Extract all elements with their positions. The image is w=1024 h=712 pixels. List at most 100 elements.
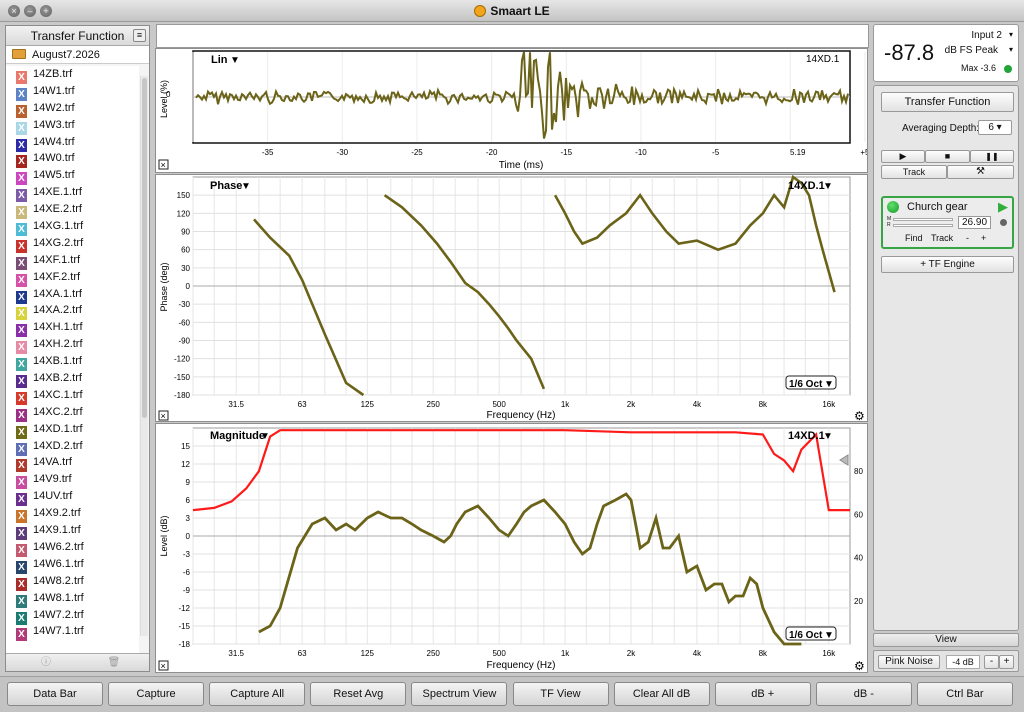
magnitude-measurement-arrow-icon[interactable]: ▼ <box>823 431 833 442</box>
toolbar-button-spectrum-view[interactable]: Spectrum View <box>411 682 508 706</box>
phase-smoothing-label[interactable]: 1/6 Oct <box>789 379 823 390</box>
toolbar-button-reset-avg[interactable]: Reset Avg <box>310 682 407 706</box>
toolbar-button-clear-all-db[interactable]: Clear All dB <box>613 682 710 706</box>
delay-minus-button[interactable]: - <box>966 233 969 243</box>
file-row[interactable]: X 14VA.trf <box>6 454 139 473</box>
engine-run-icon[interactable]: ▶ <box>998 199 1008 215</box>
magnitude-smoothing-label[interactable]: 1/6 Oct <box>789 630 823 641</box>
file-row[interactable]: X 14XC.2.trf <box>6 404 139 422</box>
time-mode-arrow-icon[interactable]: ▼ <box>230 55 240 66</box>
file-row[interactable]: X 14XC.1.trf <box>6 387 139 405</box>
meter-unit-select[interactable]: dB FS Peak <box>945 45 998 56</box>
file-row[interactable]: X 14W7.1.trf <box>6 623 139 642</box>
delay-plus-button[interactable]: + <box>981 233 986 243</box>
file-row[interactable]: X 14XH.1.trf <box>6 319 139 338</box>
engine-on-icon[interactable] <box>887 201 899 213</box>
pink-plus-button[interactable]: + <box>999 655 1014 669</box>
tools-icon[interactable]: ⚒ <box>947 165 1014 179</box>
stop-button[interactable]: ■ <box>925 150 970 163</box>
close-plot-icon[interactable]: × <box>158 660 169 671</box>
tf-engine-card[interactable]: Church gear ▶ M R 26.90 Find Track - + <box>881 196 1014 249</box>
file-row[interactable]: X 14XG.2.trf <box>6 235 139 253</box>
averaging-select[interactable]: 6 ▾ <box>978 120 1012 135</box>
file-row[interactable]: X 14W1.trf <box>6 83 139 101</box>
file-row[interactable]: X 14XA.2.trf <box>6 302 139 321</box>
file-row[interactable]: X 14XF.1.trf <box>6 252 139 270</box>
file-row[interactable]: X 14XE.1.trf <box>6 184 139 203</box>
scroll-thumb[interactable] <box>142 78 147 418</box>
file-row[interactable]: X 14W6.2.trf <box>6 539 139 557</box>
toolbar-button-ctrl-bar[interactable]: Ctrl Bar <box>916 682 1013 706</box>
pause-button[interactable]: ❚❚ <box>970 150 1014 163</box>
file-list-scrollbar[interactable] <box>140 76 148 636</box>
smoothing-arrow-icon[interactable]: ▼ <box>824 379 834 390</box>
toolbar-button-tf-view[interactable]: TF View <box>512 682 609 706</box>
close-plot-icon[interactable]: × <box>158 159 169 170</box>
file-row[interactable]: X 14W3.trf <box>6 117 139 135</box>
magnitude-measurement-label[interactable]: 14XD.1 <box>788 430 825 442</box>
file-row[interactable]: X 14XD.1.trf <box>6 421 139 439</box>
chevron-down-icon[interactable]: ▾ <box>1009 45 1013 54</box>
magnitude-mode-arrow-icon[interactable]: ▼ <box>260 431 270 442</box>
delay-track-button[interactable]: Track <box>931 233 953 243</box>
chevron-down-icon[interactable]: ▾ <box>1009 30 1013 39</box>
file-row[interactable]: X 14W4.trf <box>6 134 139 152</box>
file-row[interactable]: X 14W2.trf <box>6 100 139 118</box>
file-row[interactable]: X 14XB.2.trf <box>6 370 139 389</box>
find-button[interactable]: Find <box>905 233 923 243</box>
gear-icon[interactable]: ⚙ <box>854 409 865 423</box>
file-row[interactable]: X 14W0.trf <box>6 150 139 169</box>
time-mode-label[interactable]: Lin <box>211 54 228 66</box>
trash-icon[interactable]: 🗑 <box>84 656 144 669</box>
file-row[interactable]: X 14X9.1.trf <box>6 522 139 541</box>
toolbar-button-capture[interactable]: Capture <box>108 682 205 706</box>
file-row[interactable]: X 14XD.2.trf <box>6 438 139 456</box>
phase-mode-label[interactable]: Phase <box>210 180 242 192</box>
file-row[interactable]: X 14W5.trf <box>6 167 139 186</box>
track-button[interactable]: Track <box>881 165 947 179</box>
file-row[interactable]: X 14W8.1.trf <box>6 590 139 608</box>
meter-max[interactable]: Max -3.6 <box>961 63 996 73</box>
time-plot[interactable]: Lin ▼ 14XD.1 0 Level (%) -35 -30 -25 -20 -15… <box>155 48 1022 173</box>
magnitude-smoothing-button[interactable]: 1/6 Oct ▼ <box>785 626 837 641</box>
file-row[interactable]: X 14XB.1.trf <box>6 353 139 372</box>
smoothing-arrow-icon[interactable]: ▼ <box>824 630 834 641</box>
toolbar-button-db[interactable]: dB + <box>714 682 811 706</box>
file-row[interactable]: X 14XF.2.trf <box>6 269 139 287</box>
folder-row[interactable]: August7.2026 <box>6 46 149 64</box>
gear-icon[interactable]: ⚙ <box>854 659 865 673</box>
magnitude-mode-label[interactable]: Magnitude <box>210 430 265 442</box>
file-row[interactable]: X 14V9.trf <box>6 471 139 490</box>
toolbar-button-capture-all[interactable]: Capture All <box>209 682 306 706</box>
file-row[interactable]: X 14UV.trf <box>6 488 139 507</box>
pink-minus-button[interactable]: - <box>984 655 999 669</box>
file-row[interactable]: X 14W8.2.trf <box>6 573 139 591</box>
phase-plot[interactable]: Phase ▼ 14XD.1 ▼ 1/6 Oct ▼ 150 120 90 60 30 0-… <box>155 174 868 423</box>
toolbar-button-data-bar[interactable]: Data Bar <box>7 682 103 706</box>
file-list[interactable]: X 14ZB.trf X 14W1.trf X 14W2.trf X 14W3.trf X 14W… <box>6 66 139 656</box>
phase-measurement-label[interactable]: 14XD.1 <box>788 180 825 192</box>
close-plot-icon[interactable]: × <box>158 410 169 421</box>
engine-name[interactable]: Church gear <box>907 201 968 213</box>
pink-noise-button[interactable]: Pink Noise <box>878 655 940 669</box>
input-meter[interactable]: Input 2 ▾ -87.8 dB FS Peak ▾ Max -3.6 <box>873 24 1019 82</box>
view-toggle[interactable]: View <box>873 633 1019 647</box>
add-tf-engine-button[interactable]: + TF Engine <box>881 256 1014 273</box>
file-row[interactable]: X 14XE.2.trf <box>6 201 139 220</box>
input-select[interactable]: Input 2 <box>971 30 1002 41</box>
file-row[interactable]: X 14XG.1.trf <box>6 218 139 237</box>
info-icon[interactable]: ⓘ <box>16 656 76 669</box>
phase-measurement-arrow-icon[interactable]: ▼ <box>823 181 833 192</box>
phase-mode-arrow-icon[interactable]: ▼ <box>241 181 251 192</box>
magnitude-plot[interactable]: Magnitude ▼ 14XD.1 ▼ 1/6 Oct ▼ 15 12 9 6 3 0 -3… <box>155 423 868 673</box>
phase-smoothing-button[interactable]: 1/6 Oct ▼ <box>785 375 837 390</box>
toolbar-button-db[interactable]: dB - <box>815 682 912 706</box>
file-row[interactable]: X 14XH.2.trf <box>6 336 139 355</box>
play-button[interactable]: ▶ <box>881 150 925 163</box>
pink-noise-level[interactable]: -4 dB <box>946 655 980 669</box>
file-row[interactable]: X 14W7.2.trf <box>6 607 139 625</box>
file-row[interactable]: X 14X9.2.trf <box>6 505 139 524</box>
delay-value-field[interactable]: 26.90 <box>958 216 991 229</box>
file-row[interactable]: X 14ZB.trf <box>6 66 139 84</box>
list-menu-icon[interactable]: ≡ <box>133 29 146 42</box>
